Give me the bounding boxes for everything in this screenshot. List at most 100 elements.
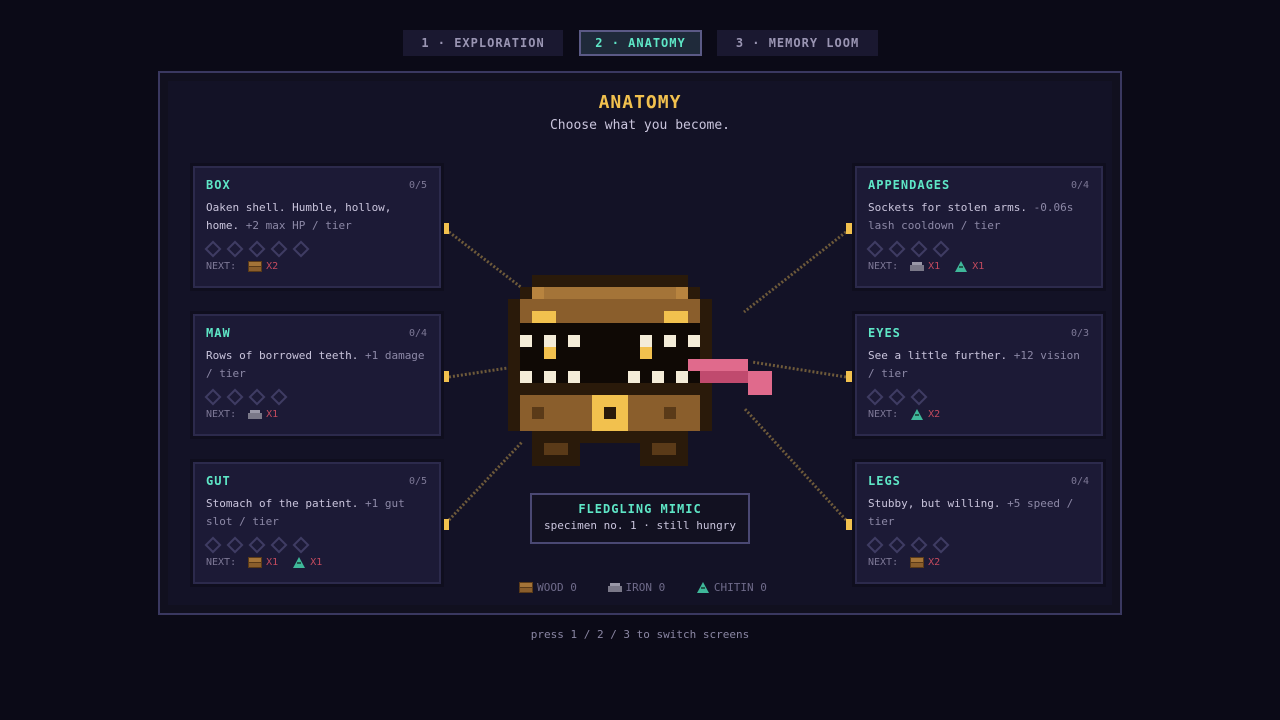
tier-pip-icon [866,536,884,554]
tier-pip-icon [866,240,884,258]
tier-pip-icon [932,536,950,554]
tier-pips [866,388,935,406]
tier-pips [866,240,957,258]
cost-amount: X2 [928,557,941,568]
card-description: Stomach of the patient. +1 gut slot / ti… [206,495,429,531]
card-name: APPENDAGES [868,178,951,192]
tier-pips [204,536,317,554]
tier-pips [866,536,957,554]
tier-pip-icon [204,388,222,406]
tier-pip-icon [292,240,310,258]
tier-pip-icon [248,536,266,554]
next-label: NEXT: [206,261,237,272]
cost-amount: X1 [266,409,279,420]
card-tier-count: 0/3 [1070,328,1089,339]
upgrade-card-legs[interactable]: LEGS 0/4 Stubby, but willing. +5 speed /… [852,459,1106,587]
tier-pip-icon [226,388,244,406]
tier-pip-icon [910,388,928,406]
card-desc-text: Stubby, but willing. [868,497,1001,510]
card-name: GUT [206,474,231,488]
card-name: LEGS [868,474,901,488]
chitin-icon [293,556,306,568]
next-label: NEXT: [868,409,899,420]
cost-amount: X2 [928,409,941,420]
tier-pip-icon [888,388,906,406]
tier-pip-icon [910,240,928,258]
card-desc-text: See a little further. [868,349,1008,362]
resource-bar: WOOD 0 IRON 0 CHITIN 0 [0,580,1280,596]
card-tier-count: 0/4 [408,328,427,339]
resource-wood: WOOD 0 [513,581,577,594]
tier-pip-icon [270,388,288,406]
cost-amount: X1 [266,557,279,568]
wood-icon [519,582,534,593]
card-name: EYES [868,326,901,340]
card-description: Sockets for stolen arms. -0.06s lash coo… [868,199,1091,235]
chitin-icon [696,582,709,593]
next-cost: NEXT: X2 [868,556,948,570]
next-cost: NEXT: X2 [206,260,286,274]
tier-pip-icon [270,240,288,258]
upgrade-card-appendages[interactable]: APPENDAGES 0/4 Sockets for stolen arms. … [852,163,1106,291]
card-description: Stubby, but willing. +5 speed / tier [868,495,1091,531]
next-cost: NEXT: X1 [206,408,286,422]
upgrade-card-box[interactable]: BOX 0/5 Oaken shell. Humble, hollow, hom… [190,163,444,291]
tier-pip-icon [932,240,950,258]
card-bonus: +2 max HP / tier [245,219,352,232]
card-tier-count: 0/5 [408,180,427,191]
tier-pip-icon [248,240,266,258]
tier-pip-icon [866,388,884,406]
tier-pip-icon [292,536,310,554]
card-description: See a little further. +12 vision / tier [868,347,1091,383]
tier-pip-icon [910,536,928,554]
tier-pip-icon [248,388,266,406]
resource-iron: IRON 0 [602,580,666,594]
tier-pips [204,388,295,406]
card-tier-count: 0/4 [1070,180,1089,191]
cost-amount: X2 [266,261,279,272]
resource-label: CHITIN 0 [713,580,767,594]
card-desc-text: Sockets for stolen arms. [868,201,1027,214]
tier-pips [204,240,317,258]
tier-pip-icon [226,536,244,554]
tier-pip-icon [888,240,906,258]
upgrade-card-eyes[interactable]: EYES 0/3 See a little further. +12 visio… [852,311,1106,439]
resource-chitin: CHITIN 0 [690,581,767,594]
card-name: BOX [206,178,231,192]
resource-label: WOOD 0 [537,580,577,594]
wood-icon [248,260,263,272]
iron-icon [607,583,622,592]
creature-subtitle: specimen no. 1 · still hungry [543,519,737,532]
chitin-icon [955,260,968,272]
card-tier-count: 0/5 [408,476,427,487]
creature-name: FLEDGLING MIMIC [578,502,702,516]
iron-icon [910,261,925,271]
resource-label: IRON 0 [625,580,666,594]
upgrade-card-maw[interactable]: MAW 0/4 Rows of borrowed teeth. +1 damag… [190,311,444,439]
tier-pip-icon [204,536,222,554]
upgrade-card-gut[interactable]: GUT 0/5 Stomach of the patient. +1 gut s… [190,459,444,587]
card-desc-text: Stomach of the patient. [206,497,359,510]
keyboard-hint: press 1 / 2 / 3 to switch screens [530,628,750,641]
card-name: MAW [206,326,231,340]
next-label: NEXT: [868,557,899,568]
tier-pip-icon [204,240,222,258]
iron-icon [248,409,263,419]
tier-pip-icon [888,536,906,554]
cost-amount: X1 [972,261,985,272]
card-description: Oaken shell. Humble, hollow, home. +2 ma… [206,199,429,235]
tier-pip-icon [226,240,244,258]
next-cost: NEXT: X1 X1 [206,556,330,570]
cost-amount: X1 [928,261,941,272]
card-tier-count: 0/4 [1070,476,1089,487]
cost-amount: X1 [310,557,323,568]
next-label: NEXT: [868,261,899,272]
chitin-icon [911,408,924,420]
next-cost: NEXT: X2 [868,408,948,422]
card-description: Rows of borrowed teeth. +1 damage / tier [206,347,429,383]
next-cost: NEXT: X1 X1 [868,260,992,274]
creature-nameplate: FLEDGLING MIMIC specimen no. 1 · still h… [530,493,750,544]
card-desc-text: Rows of borrowed teeth. [206,349,359,362]
tier-pip-icon [270,536,288,554]
next-label: NEXT: [206,409,237,420]
